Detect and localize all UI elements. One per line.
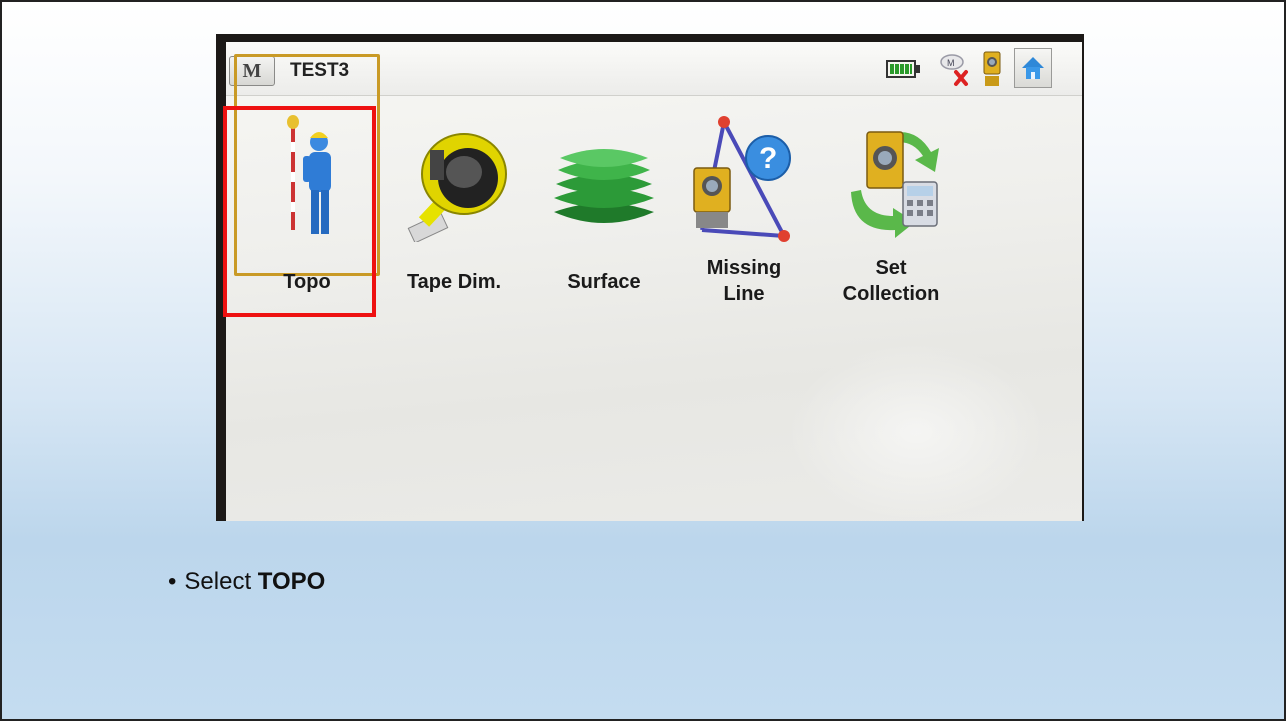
set-collection-icon [851,131,939,238]
app-missing-line-label-2: Line [723,283,765,305]
radio-disconnected-icon[interactable]: M [934,50,974,90]
app-set-collection-label-1: Set [875,257,907,279]
app-missing-line[interactable]: ? Missing Line [669,112,819,322]
app-set-collection[interactable]: Set Collection [816,112,966,322]
instruction-text: • Select TOPO [168,568,325,596]
screen-glare [786,342,1046,521]
instruction-prefix: Select [184,568,258,595]
home-icon [1022,57,1044,79]
tape-measure-icon [407,133,507,242]
missing-line-icon: ? [693,116,791,242]
svg-text:M: M [947,58,955,68]
surface-layers-icon [554,149,654,223]
app-tape-dim-label: Tape Dim. [406,271,502,293]
home-button[interactable] [1014,48,1052,88]
app-set-collection-label-2: Collection [842,283,940,305]
app-surface[interactable]: Surface [529,112,679,322]
svg-text:?: ? [759,142,777,175]
total-station-icon[interactable] [980,48,1004,92]
topo-highlight-box [223,106,376,317]
bullet-point: • [168,568,177,595]
app-tape-dim[interactable]: Tape Dim. [379,112,529,322]
status-icons: M [886,48,1076,92]
instruction-emphasis: TOPO [257,568,326,595]
app-missing-line-label-1: Missing [706,257,782,279]
app-surface-label: Surface [567,271,641,293]
slide: M TEST3 M Topo Tape Dim. Surface ? Missi… [0,0,1286,721]
battery-icon [886,60,920,78]
